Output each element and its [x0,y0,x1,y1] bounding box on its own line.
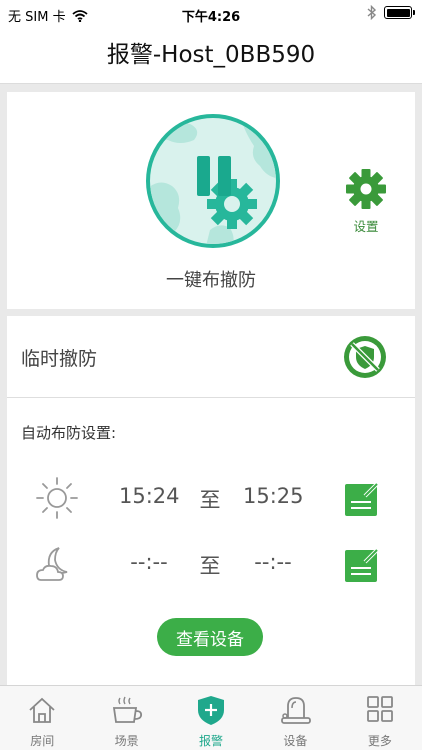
sun-icon [36,477,78,519]
tab-alarm[interactable]: 报警 [169,686,253,750]
battery-icon [384,6,415,19]
home-icon [29,697,55,723]
schedule-end-time[interactable]: 15:25 [243,484,304,508]
tab-more[interactable]: 更多 [338,686,422,750]
auto-arm-title: 自动布防设置: [21,424,117,442]
schedule-start-time[interactable]: --:-- [119,550,179,574]
tab-label: 报警 [199,734,224,748]
page-title: 报警-Host_0BB590 [106,42,316,68]
schedule-separator: 至 [199,488,221,512]
tab-bar: 房间 场景 报警 设备 更多 [0,685,422,750]
tab-devices[interactable]: 设备 [253,686,337,750]
tab-label: 设备 [283,734,308,748]
schedule-separator: 至 [199,554,221,578]
settings-label: 设置 [353,219,379,234]
schedule-card: 临时撤防 自动布防设置: 15:24 至 15:25 --:-- 至 --:--… [7,316,415,686]
tab-rooms[interactable]: 房间 [0,686,84,750]
temporary-disarm-row: 临时撤防 [7,316,415,398]
view-devices-button[interactable]: 查看设备 [157,618,263,656]
schedule-row-day: 15:24 至 15:25 [7,468,415,528]
gear-icon [346,169,386,209]
arm-card: 一键布撤防 设置 [7,92,415,309]
arm-label: 一键布撤防 [166,270,256,291]
device-icon [281,697,312,724]
cup-icon [112,696,142,723]
moon-icon [36,547,68,581]
schedule-row-night: --:-- 至 --:-- [7,534,415,594]
status-bar: 无 SIM 卡 下午4:26 [0,0,422,28]
nav-bar: 报警-Host_0BB590 [0,28,422,84]
disarm-shield-icon[interactable] [343,335,387,379]
tab-label: 场景 [114,734,139,748]
arm-disarm-button[interactable] [146,114,280,248]
edit-schedule-icon[interactable] [343,480,381,518]
clock: 下午4:26 [181,10,241,25]
tab-label: 房间 [30,734,55,748]
tab-label: 更多 [367,734,392,748]
alarm-shield-icon [198,696,225,725]
pause-icon [150,121,276,244]
settings-button[interactable]: 设置 [343,168,389,235]
grid-icon [366,696,393,722]
tab-scenes[interactable]: 场景 [84,686,168,750]
temporary-disarm-label: 临时撤防 [21,348,98,370]
schedule-end-time[interactable]: --:-- [243,550,303,574]
schedule-start-time[interactable]: 15:24 [119,484,180,508]
edit-schedule-icon[interactable] [343,546,381,584]
bluetooth-icon [367,5,376,20]
